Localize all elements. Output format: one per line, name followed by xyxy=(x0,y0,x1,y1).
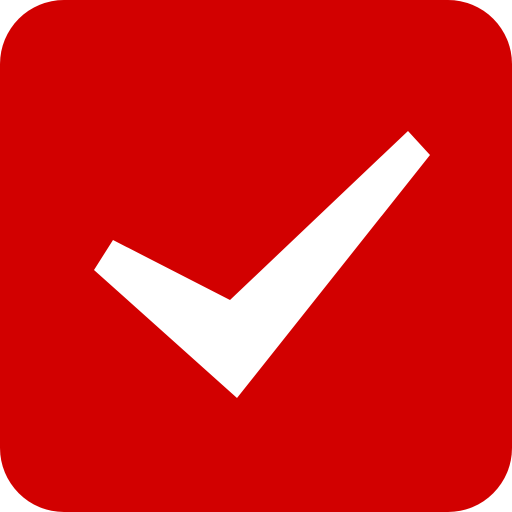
checkmark-icon xyxy=(94,131,430,398)
app-icon[interactable] xyxy=(0,0,512,512)
